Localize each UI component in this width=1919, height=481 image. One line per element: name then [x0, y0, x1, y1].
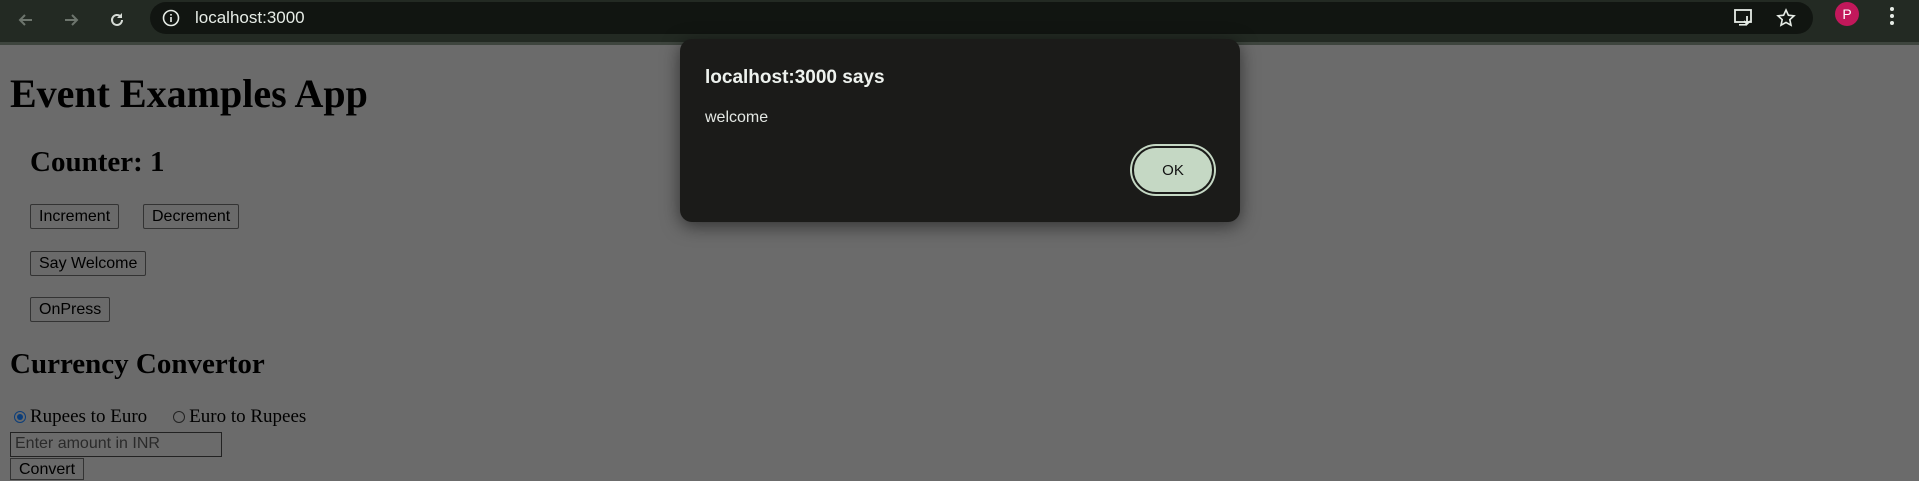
- install-app-icon[interactable]: [1730, 7, 1758, 29]
- currency-direction-group: Rupees to Euro Euro to Rupees: [14, 406, 306, 428]
- url-text[interactable]: localhost:3000: [195, 7, 305, 29]
- counter-heading: Counter: 1: [30, 146, 165, 178]
- site-info-icon[interactable]: [162, 9, 180, 32]
- address-bar[interactable]: localhost:3000: [150, 2, 1813, 34]
- rupees-to-euro-label[interactable]: Rupees to Euro: [30, 406, 147, 428]
- alert-dialog: localhost:3000 says welcome OK: [680, 39, 1240, 222]
- bookmark-star-icon[interactable]: [1772, 7, 1800, 29]
- browser-toolbar: localhost:3000 P: [0, 0, 1919, 42]
- reload-icon: [111, 13, 123, 26]
- amount-input[interactable]: Enter amount in INR: [10, 432, 222, 457]
- arrow-right-icon: [65, 14, 79, 26]
- convert-button[interactable]: Convert: [10, 458, 85, 480]
- dialog-title: localhost:3000 says: [705, 67, 885, 88]
- rupees-to-euro-radio[interactable]: [14, 411, 26, 423]
- profile-avatar[interactable]: P: [1835, 2, 1859, 26]
- forward-button[interactable]: [55, 4, 87, 36]
- browser-menu-button[interactable]: [1880, 2, 1904, 30]
- ok-button[interactable]: OK: [1132, 146, 1214, 194]
- more-vert-icon: [1890, 7, 1894, 25]
- reload-button[interactable]: [101, 4, 133, 36]
- back-button[interactable]: [10, 4, 42, 36]
- arrow-left-icon: [18, 14, 32, 26]
- say-welcome-button[interactable]: Say Welcome: [30, 251, 147, 276]
- euro-to-rupees-radio[interactable]: [173, 411, 186, 423]
- onpress-button[interactable]: OnPress: [30, 297, 111, 322]
- dialog-message: welcome: [705, 109, 769, 126]
- euro-to-rupees-label[interactable]: Euro to Rupees: [189, 406, 306, 428]
- decrement-button[interactable]: Decrement: [143, 204, 240, 229]
- currency-heading: Currency Convertor: [10, 348, 265, 380]
- increment-button[interactable]: Increment: [30, 204, 120, 229]
- page-title: Event Examples App: [10, 71, 368, 116]
